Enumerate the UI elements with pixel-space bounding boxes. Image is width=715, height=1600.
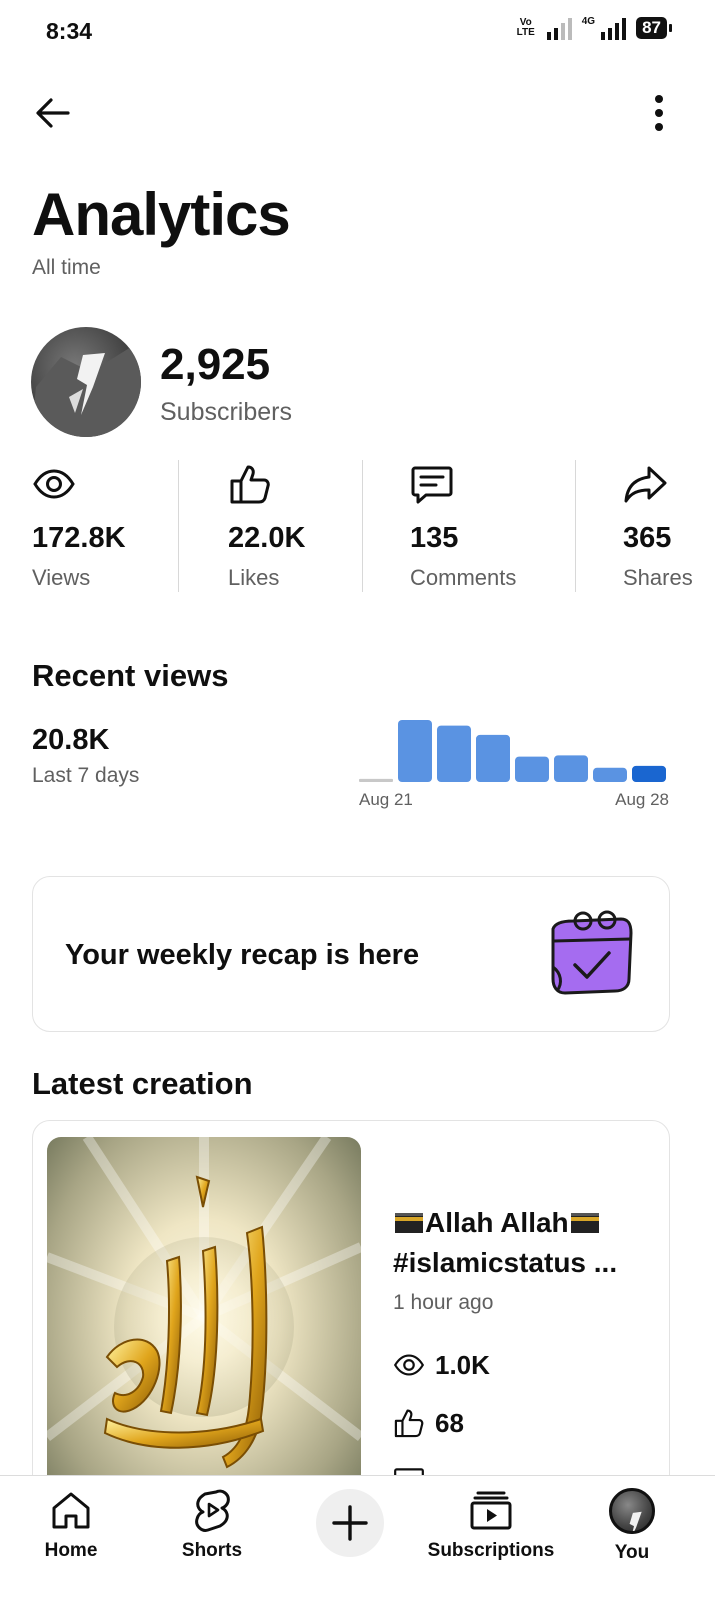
more-options-button[interactable] <box>639 90 679 136</box>
volte-indicator: Vo LTE <box>516 17 535 38</box>
latest-creation-heading: Latest creation <box>32 1066 253 1101</box>
comments-value: 135 <box>410 522 459 554</box>
page-title: Analytics <box>32 181 291 248</box>
plus-icon <box>332 1505 368 1541</box>
eye-icon <box>33 469 75 499</box>
nav-you-label: You <box>614 1542 650 1563</box>
video-title-line1: Allah Allah <box>425 1207 569 1238</box>
eye-icon <box>393 1354 425 1376</box>
status-indicators: Vo LTE 4G 87 <box>515 16 672 40</box>
chart-bar-aug-23[interactable] <box>437 725 471 782</box>
signal-2-icon <box>601 16 627 40</box>
nav-subscriptions[interactable]: Subscriptions <box>424 1476 558 1586</box>
nav-home[interactable]: Home <box>36 1476 106 1586</box>
comments-label: Comments <box>410 565 517 590</box>
channel-logo-icon <box>31 347 141 437</box>
video-views-value: 1.0K <box>435 1349 490 1380</box>
recent-views-value: 20.8K <box>32 724 110 756</box>
top-bar <box>0 78 715 142</box>
chart-bar-aug-27[interactable] <box>593 767 627 782</box>
chart-bar-aug-26[interactable] <box>554 755 588 782</box>
subscriptions-icon <box>470 1491 512 1530</box>
bottom-navigation: Home Shorts Subscriptions You <box>0 1475 715 1600</box>
chart-tick-label: Aug 28 <box>615 790 669 809</box>
recent-views-period: Last 7 days <box>32 764 140 787</box>
shares-label: Shares <box>623 565 693 590</box>
shares-value: 365 <box>623 522 672 554</box>
kaaba-emoji-icon <box>570 1213 599 1233</box>
video-title-line2: #islamicstatus ... <box>393 1247 618 1278</box>
views-label: Views <box>32 565 91 590</box>
nav-shorts[interactable]: Shorts <box>172 1476 252 1586</box>
you-avatar <box>609 1488 655 1534</box>
video-title[interactable]: Allah Allah #islamicstatus ... <box>393 1203 661 1283</box>
date-range-label: All time <box>32 256 101 279</box>
likes-value: 22.0K <box>228 522 306 554</box>
stats-row: 172.8K Views 22.0K Likes 135 Comments 36… <box>0 458 715 598</box>
signal-1-icon <box>546 16 572 40</box>
stat-divider <box>362 460 363 592</box>
weekly-recap-card[interactable]: Your weekly recap is here <box>32 876 670 1032</box>
recent-views-heading: Recent views <box>32 658 229 693</box>
shorts-icon <box>195 1489 230 1532</box>
network-type: 4G <box>581 16 596 27</box>
likes-label: Likes <box>228 565 280 590</box>
video-views: 1.0K <box>393 1349 490 1381</box>
chart-bar-aug-25[interactable] <box>515 756 549 782</box>
chart-bar-aug-24[interactable] <box>476 734 510 782</box>
video-time-ago: 1 hour ago <box>393 1291 494 1314</box>
nav-home-label: Home <box>44 1540 98 1561</box>
recent-views-chart[interactable]: Aug 21 Aug 28 <box>355 700 675 815</box>
nav-you[interactable]: You <box>604 1476 660 1586</box>
subscriber-label: Subscribers <box>160 398 292 426</box>
subscriber-count: 2,925 <box>160 340 271 389</box>
share-icon <box>624 466 667 503</box>
chart-bar-aug-21[interactable] <box>359 778 393 782</box>
channel-avatar[interactable] <box>31 327 141 437</box>
chart-tick-label: Aug 21 <box>359 790 413 809</box>
video-likes-value: 68 <box>435 1407 464 1438</box>
more-vertical-icon <box>655 95 663 131</box>
stat-divider <box>575 460 576 592</box>
views-value: 172.8K <box>32 522 126 554</box>
calendar-check-icon <box>551 910 633 995</box>
chart-bar-aug-28[interactable] <box>632 765 666 782</box>
nav-shorts-label: Shorts <box>181 1540 243 1561</box>
arrow-left-icon <box>36 98 70 128</box>
back-button[interactable] <box>30 90 76 136</box>
home-icon <box>52 1492 90 1529</box>
thumbs-up-icon <box>394 1409 424 1438</box>
recap-text: Your weekly recap is here <box>65 939 420 971</box>
thumbs-up-icon <box>230 465 270 504</box>
status-bar: 8:34 Vo LTE 4G 87 <box>0 0 715 64</box>
create-button[interactable] <box>316 1489 384 1557</box>
video-likes: 68 <box>393 1407 464 1439</box>
status-time: 8:34 <box>46 18 93 44</box>
channel-logo-icon <box>629 1511 642 1531</box>
comment-icon <box>411 466 453 504</box>
kaaba-emoji-icon <box>395 1213 423 1233</box>
stat-divider <box>178 460 179 592</box>
nav-subscriptions-label: Subscriptions <box>427 1540 555 1561</box>
chart-bar-aug-22[interactable] <box>398 720 432 782</box>
battery-indicator: 87 <box>636 17 672 39</box>
